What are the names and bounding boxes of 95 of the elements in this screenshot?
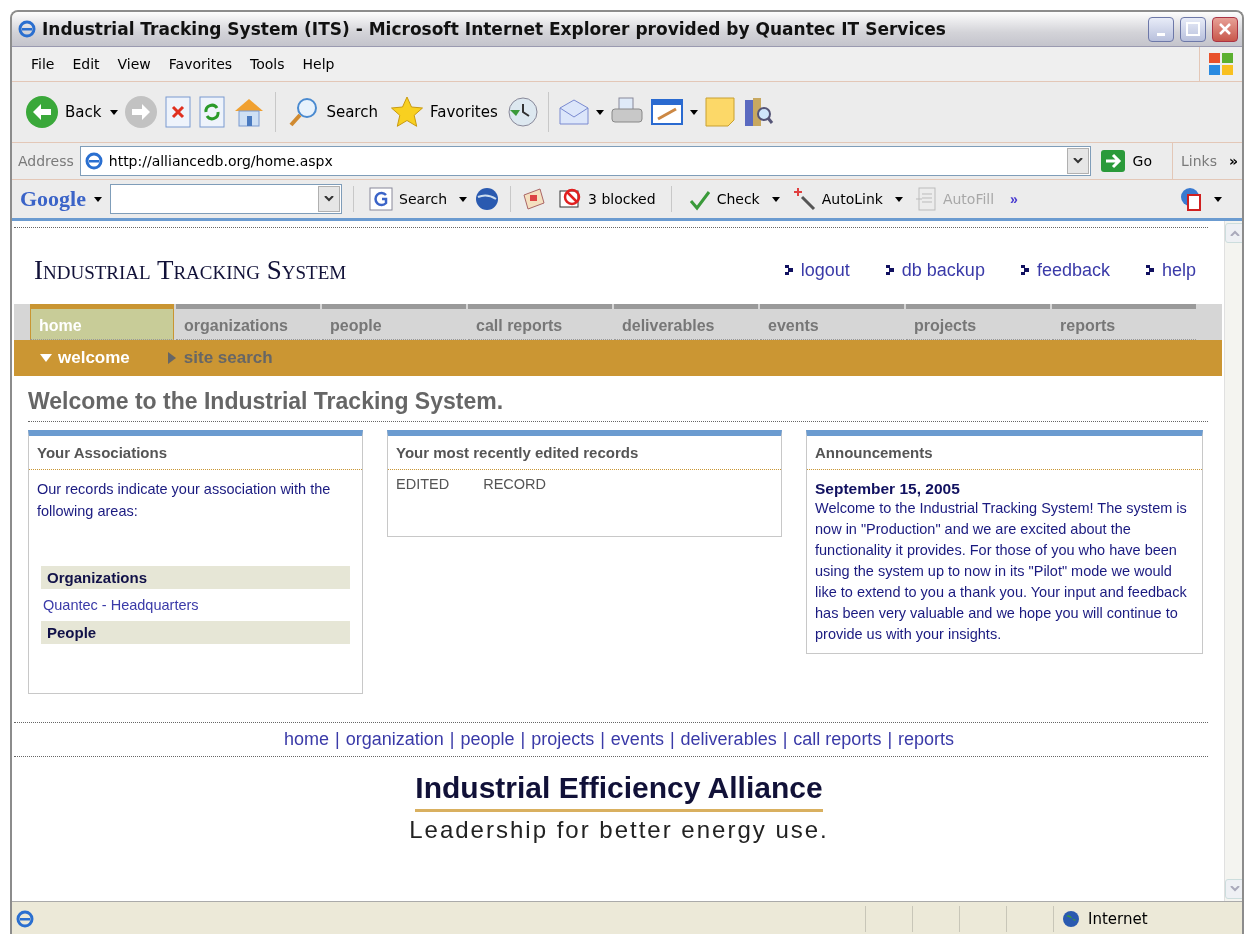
back-button[interactable]: Back [22, 93, 105, 131]
magic-wand-icon [791, 187, 816, 211]
minimize-button[interactable] [1148, 16, 1174, 42]
menu-item[interactable]: Tools [241, 56, 294, 72]
footer-link[interactable]: organization [345, 729, 444, 750]
separator: | [887, 729, 893, 750]
caret-icon[interactable] [689, 109, 698, 115]
close-icon [1218, 22, 1232, 36]
more-button[interactable]: » [1006, 191, 1022, 207]
footer-link[interactable]: people [460, 729, 515, 750]
history-icon[interactable] [506, 96, 539, 128]
footer-link[interactable]: home [283, 729, 329, 750]
menu-item[interactable]: View [108, 56, 160, 72]
spell-check-button[interactable]: Check [682, 187, 764, 211]
maximize-button[interactable] [1180, 16, 1206, 42]
footer-link[interactable]: events [610, 729, 664, 750]
bullet-icon [1020, 265, 1029, 275]
refresh-icon[interactable] [198, 96, 227, 128]
separator: | [520, 729, 526, 750]
favorites-button[interactable]: Favorites [386, 94, 501, 130]
menu-item[interactable]: Edit [63, 56, 109, 72]
dropdown-icon[interactable] [1072, 158, 1083, 164]
g-icon [369, 187, 393, 211]
window-title: Industrial Tracking System (ITS) - Microsoft Internet Explorer provided by Quantec IT Services [42, 19, 947, 39]
popup-blocker-button[interactable]: 3 blocked [554, 187, 660, 211]
announcement-text: Welcome to the Industrial Tracking System! The system is now in "Production" and we are excited about the functionality it provides. For those of you who have been using the system up to now in its "Pilot" mode we would like to extend to you a thank you. Your input and feedback has been very valuable and we hope you will continue to provide us with your insights. [814, 499, 1188, 644]
footer-link[interactable]: reports [898, 729, 955, 750]
windows-logo-icon [1208, 52, 1234, 76]
footer-link[interactable]: call reports [793, 729, 882, 750]
globe-icon [1062, 910, 1080, 928]
maximize-icon [1186, 22, 1200, 36]
globe-icon[interactable] [475, 187, 500, 211]
separator: | [449, 729, 455, 750]
caret-icon[interactable] [1214, 196, 1222, 202]
separator: | [600, 729, 605, 750]
minimize-icon [1157, 32, 1165, 36]
caret-icon[interactable] [595, 109, 604, 115]
google-search-field[interactable] [110, 184, 342, 214]
blocked-popup-icon [558, 187, 583, 211]
menu-item[interactable]: Help [293, 56, 344, 72]
header-link[interactable]: db backup [885, 259, 985, 281]
group-header: People [41, 621, 350, 644]
caret-icon[interactable] [94, 196, 102, 202]
caret-icon[interactable] [894, 196, 903, 202]
bullet-icon [1145, 265, 1154, 275]
form-icon [914, 187, 937, 211]
address-field[interactable]: http://alliancedb.org/home.aspx [79, 146, 1091, 176]
stop-icon[interactable] [164, 96, 193, 128]
links-button[interactable]: Links » [1172, 143, 1242, 179]
triangle-down-icon [40, 352, 52, 364]
column-header: EDITED [396, 476, 450, 492]
menu-item[interactable]: File [22, 56, 64, 72]
star-icon [389, 96, 424, 128]
panel-title: Announcements [807, 436, 1202, 470]
association-link[interactable]: Quantec - Headquarters [29, 589, 213, 621]
footer-link[interactable]: projects [531, 729, 595, 750]
search-button[interactable]: Search [285, 94, 381, 130]
chevron-down-icon [1230, 886, 1240, 892]
panel-title: Your Associations [29, 436, 362, 470]
triangle-right-icon [165, 352, 178, 364]
panel-text: Our records indicate your association with the following areas: [36, 480, 332, 521]
bullet-icon [784, 265, 793, 275]
page-icon [16, 910, 34, 928]
menu-item[interactable]: Favorites [159, 56, 242, 72]
address-label: Address [18, 153, 74, 169]
footer-link[interactable]: deliverables [680, 729, 777, 750]
google-search-button[interactable]: Search [365, 187, 452, 211]
autolink-button[interactable]: AutoLink [787, 187, 887, 211]
separator: | [334, 729, 340, 750]
page-heading: Welcome to the Industrial Tracking System. [27, 387, 505, 416]
zone-label: Internet [1088, 910, 1148, 928]
separator: | [669, 729, 675, 750]
header-link[interactable]: help [1145, 259, 1196, 281]
google-logo: Google [20, 186, 86, 212]
header-link[interactable]: logout [784, 259, 850, 281]
separator: | [782, 729, 788, 750]
caret-icon[interactable] [459, 196, 468, 202]
bullet-icon [885, 265, 894, 275]
panel-title: Your most recently edited records [388, 436, 781, 470]
go-button[interactable]: Go [1096, 150, 1166, 172]
dropdown-icon[interactable] [324, 196, 334, 202]
chevron-up-icon [1230, 230, 1240, 236]
browser-icon [18, 20, 36, 38]
caret-icon[interactable] [110, 109, 119, 115]
group-header: Organizations [41, 566, 350, 589]
page-icon [84, 152, 103, 170]
caret-icon[interactable] [771, 196, 780, 202]
logo-tagline: Leadership for better energy use. [409, 815, 829, 844]
logo-name: Industrial Efficiency Alliance [415, 771, 823, 812]
header-link[interactable]: feedback [1020, 259, 1110, 281]
announcement-date: September 15, 2005 [814, 479, 961, 498]
site-title: Industrial Tracking System [34, 254, 347, 286]
close-button[interactable] [1212, 16, 1238, 42]
edit-icon[interactable] [649, 97, 684, 127]
column-header: RECORD [483, 476, 546, 492]
